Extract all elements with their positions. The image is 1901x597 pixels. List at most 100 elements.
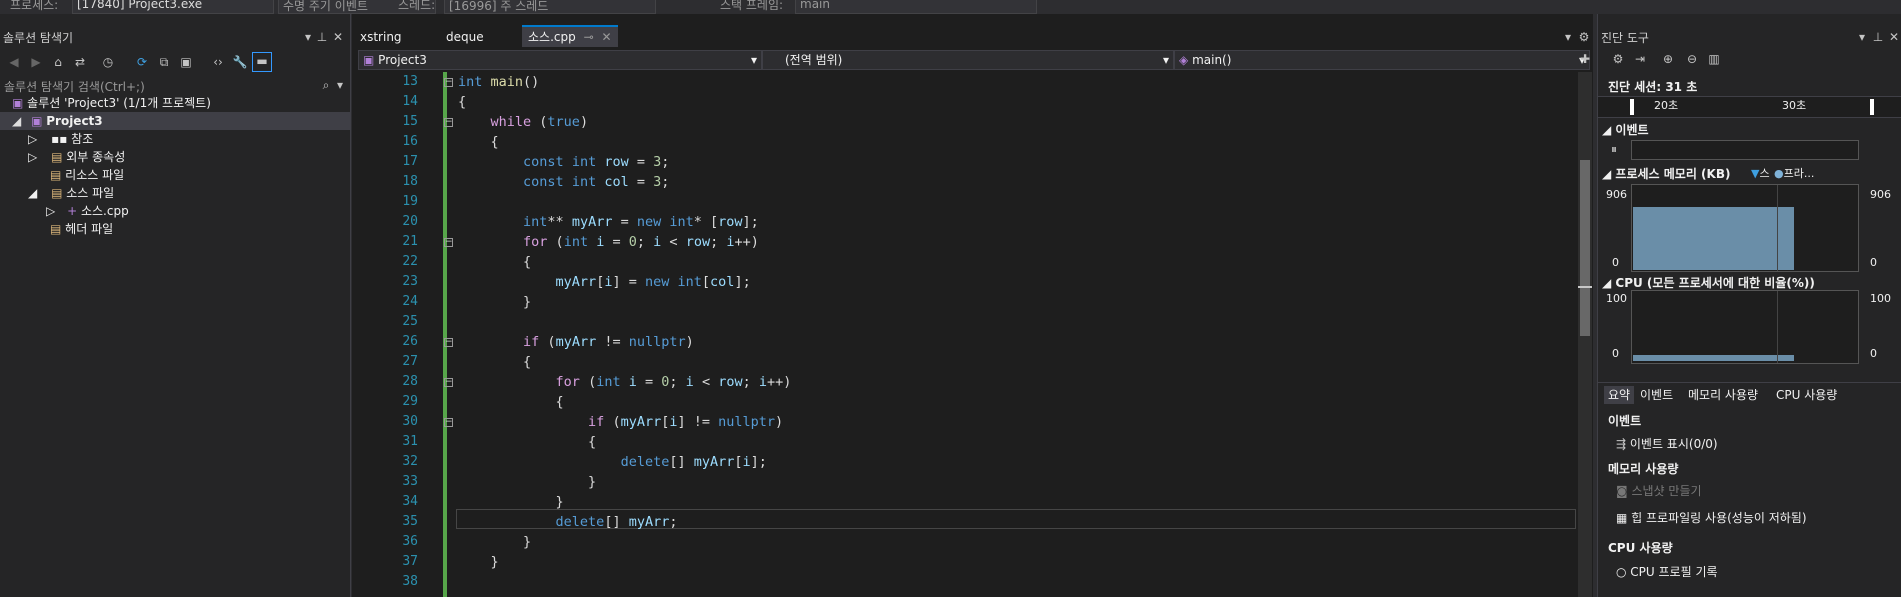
close-icon[interactable]: ✕ [330, 29, 346, 45]
vertical-scrollbar[interactable] [1578, 72, 1592, 597]
zoom-in-icon[interactable]: ⊕ [1660, 51, 1676, 67]
reset-zoom-icon[interactable]: ▥ [1706, 51, 1722, 67]
pin-icon[interactable]: ⊥ [1870, 29, 1886, 45]
scope-combo-value: (전역 범위) [785, 53, 843, 67]
solution-search-box[interactable]: 솔루션 탐색기 검색(Ctrl+;) ⌕ ▾ [0, 76, 350, 94]
code-line[interactable]: 24 } [352, 292, 1582, 312]
code-line[interactable]: 32 delete[] myArr[i]; [352, 452, 1582, 472]
forward-icon[interactable]: ▶ [28, 54, 44, 70]
timeline-start-handle[interactable] [1630, 99, 1634, 115]
code-area[interactable]: 13− int main() 14{15− while (true) 16 {17 c… [352, 72, 1593, 597]
thread-combo[interactable]: [16996] 주 스레드 [444, 0, 656, 14]
take-snapshot-button[interactable]: ◙ 스냅샷 만들기 [1616, 482, 1702, 499]
code-line[interactable]: 23 myArr[i] = new int[col]; [352, 272, 1582, 292]
code-line[interactable]: 34 } [352, 492, 1582, 512]
events-section-header[interactable]: ◢ 이벤트 [1602, 121, 1649, 138]
code-line[interactable]: 18 const int col = 3; [352, 172, 1582, 192]
tab-memory-usage[interactable]: 메모리 사용량 [1684, 386, 1762, 404]
solution-explorer-title: 솔루션 탐색기 [3, 31, 74, 45]
stack-frame-combo[interactable]: main [795, 0, 1037, 14]
code-line[interactable]: 19 [352, 192, 1582, 212]
pin-icon[interactable]: ⊥ [314, 29, 330, 45]
fold-toggle-icon[interactable]: − [444, 338, 453, 347]
cpu-section-header[interactable]: ◢ CPU (모든 프로세서에 대한 비율(%)) [1602, 274, 1815, 291]
code-line[interactable]: 25 [352, 312, 1582, 332]
view-code-icon[interactable]: ‹› [210, 54, 226, 70]
show-events-link[interactable]: ⇶ 이벤트 표시(0/0) [1616, 435, 1718, 452]
split-icon[interactable]: ✚ [1577, 51, 1593, 67]
code-line[interactable]: 30 − if (myArr[i] != nullptr) [352, 412, 1582, 432]
tab-dropdown-icon[interactable]: ▾ [1560, 29, 1576, 45]
code-line[interactable]: 22 { [352, 252, 1582, 272]
code-line[interactable]: 20 int** myArr = new int* [row]; [352, 212, 1582, 232]
tree-item-solution[interactable]: ▣ 솔루션 'Project3' (1/1개 프로젝트) [12, 94, 348, 112]
tree-item-project[interactable]: ◢ ▣ Project3 [0, 112, 350, 130]
properties-icon[interactable]: 🔧 [232, 54, 248, 70]
dropdown-icon[interactable]: ▾ [1854, 29, 1870, 45]
scrollbar-thumb[interactable] [1580, 160, 1590, 336]
collapse-all-icon[interactable]: ⧉ [156, 54, 172, 70]
code-line[interactable]: 21 − for (int i = 0; i < row; i++) [352, 232, 1582, 252]
pending-changes-filter-icon[interactable]: ◷ [100, 54, 116, 70]
tree-item-external-dependencies[interactable]: ▷ ▤ 외부 종속성 [28, 148, 125, 166]
tree-item-references[interactable]: ▷ ▪▪ 참조 [28, 130, 93, 148]
fold-toggle-icon[interactable]: − [444, 418, 453, 427]
code-line[interactable]: 33 } [352, 472, 1582, 492]
settings-icon[interactable]: ⚙ [1610, 51, 1626, 67]
fold-toggle-icon[interactable]: − [444, 118, 453, 127]
switch-views-icon[interactable]: ⇄ [72, 54, 88, 70]
zoom-out-icon[interactable]: ⊖ [1684, 51, 1700, 67]
heap-profiling-button[interactable]: ▦ 힙 프로파일링 사용(성능이 저하됨) [1616, 509, 1807, 526]
code-line[interactable]: 29 { [352, 392, 1582, 412]
tab-deque[interactable]: deque [440, 27, 490, 47]
close-icon[interactable]: ✕ [1886, 29, 1901, 45]
code-line[interactable]: 28− for (int i = 0; i < row; i++) [352, 372, 1582, 392]
process-combo[interactable]: [17840] Project3.exe [72, 0, 274, 14]
export-icon[interactable]: ⇥ [1632, 51, 1648, 67]
cpu-graph[interactable] [1631, 290, 1859, 364]
code-line[interactable]: 27 { [352, 352, 1582, 372]
tree-item-resource-files[interactable]: ▤ 리소스 파일 [50, 166, 124, 184]
fold-toggle-icon[interactable]: − [444, 238, 453, 247]
search-options-icon[interactable]: ▾ [332, 77, 348, 93]
code-line[interactable]: 13 − int main() [352, 72, 1582, 92]
code-line[interactable]: 14 { [352, 92, 1582, 112]
fold-toggle-icon[interactable]: − [444, 378, 453, 387]
pin-icon[interactable]: ⊸ [584, 30, 594, 44]
code-line[interactable]: 15 − while (true) [352, 112, 1582, 132]
back-icon[interactable]: ◀ [6, 54, 22, 70]
member-combo[interactable]: ◈ main() ▾ [1174, 50, 1590, 70]
code-line[interactable]: 26 − if (myArr != nullptr) [352, 332, 1582, 352]
tab-summary[interactable]: 요약 [1604, 386, 1635, 404]
code-line[interactable]: 16 { [352, 132, 1582, 152]
code-line[interactable]: 35 delete[] myArr; [352, 512, 1582, 532]
scope-combo[interactable]: (전역 범위) ▾ [762, 50, 1174, 70]
tree-item-header-files[interactable]: ▤ 헤더 파일 [50, 220, 113, 238]
sync-icon[interactable]: ⟳ [134, 54, 150, 70]
record-cpu-profile-button[interactable]: ○ CPU 프로필 기록 [1616, 563, 1718, 580]
close-icon[interactable]: ✕ [601, 30, 611, 44]
tab-source-cpp[interactable]: 소스.cpp ⊸ ✕ [522, 25, 618, 47]
code-line[interactable]: 37 } [352, 552, 1582, 572]
code-line[interactable]: 38 [352, 572, 1582, 592]
tree-item-source-cpp[interactable]: ▷ + 소스.cpp [46, 202, 129, 220]
preview-selected-icon[interactable]: ▬ [252, 52, 272, 72]
tree-item-source-files[interactable]: ◢ ▤ 소스 파일 [28, 184, 114, 202]
timeline-end-handle[interactable] [1870, 99, 1874, 115]
gear-icon[interactable]: ⚙ [1576, 29, 1592, 45]
tab-events[interactable]: 이벤트 [1636, 386, 1677, 404]
project-combo[interactable]: ▣ Project3 ▾ [358, 50, 762, 70]
tab-cpu-usage[interactable]: CPU 사용량 [1772, 386, 1841, 404]
memory-section-header[interactable]: ◢ 프로세스 메모리 (KB) [1602, 165, 1730, 182]
code-line[interactable]: 17 const int row = 3; [352, 152, 1582, 172]
code-line[interactable]: 36 } [352, 532, 1582, 552]
session-timeline[interactable]: 20초 30초 [1598, 96, 1901, 118]
memory-graph[interactable] [1631, 184, 1859, 272]
pause-icon[interactable]: ⏸ [1606, 141, 1622, 157]
legend-label: 프라... [1783, 167, 1815, 180]
home-icon[interactable]: ⌂ [50, 54, 66, 70]
code-line[interactable]: 31 { [352, 432, 1582, 452]
show-all-files-icon[interactable]: ▣ [178, 54, 194, 70]
fold-toggle-icon[interactable]: − [444, 78, 453, 87]
tab-xstring[interactable]: xstring [354, 27, 408, 47]
